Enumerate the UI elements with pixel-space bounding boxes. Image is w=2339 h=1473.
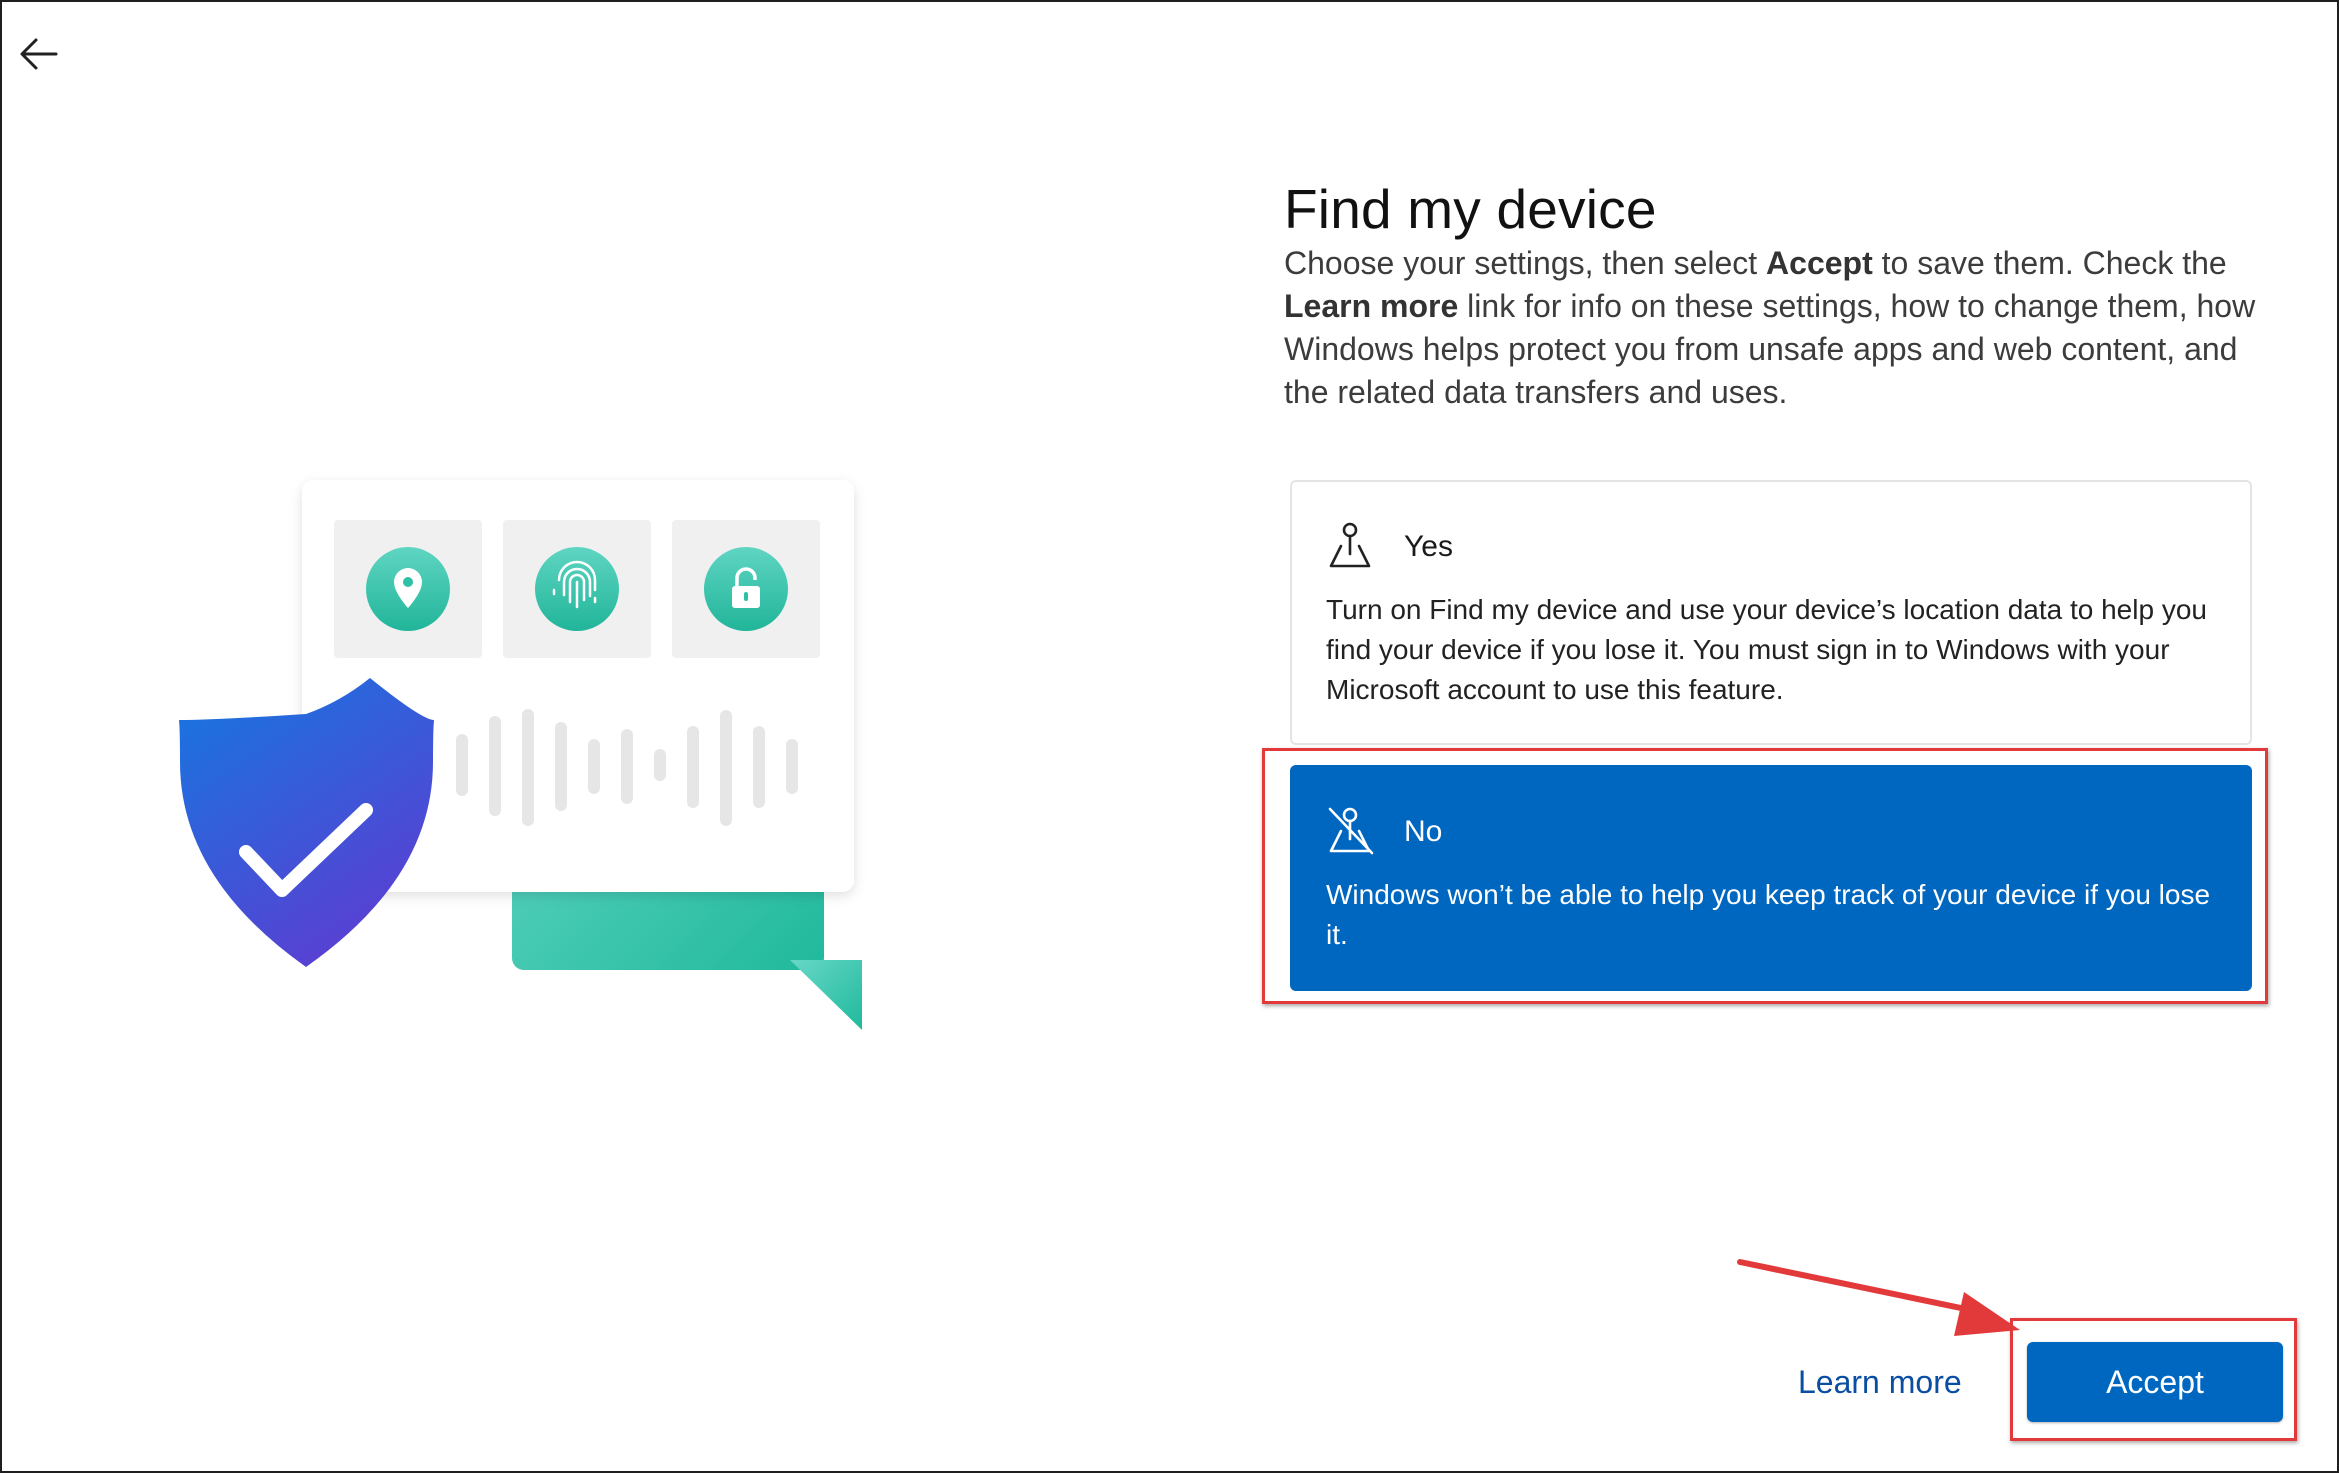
intro-text-2: to save them. Check the [1872, 245, 2227, 281]
security-illustration [170, 470, 970, 1050]
location-pin-icon [1326, 520, 1374, 572]
fingerprint-icon [535, 547, 619, 631]
intro-bold-learn-more: Learn more [1284, 288, 1459, 324]
intro-bold-accept: Accept [1766, 245, 1873, 281]
option-yes-description: Turn on Find my device and use your devi… [1326, 594, 2207, 705]
arrow-left-icon [20, 38, 58, 70]
shield-check-icon [179, 678, 434, 967]
accept-button[interactable]: Accept [2027, 1342, 2283, 1422]
learn-more-link[interactable]: Learn more [1798, 1364, 1962, 1401]
annotation-arrow-icon [1730, 1250, 2030, 1340]
highlight-box-no-option [1262, 748, 2268, 1004]
option-yes[interactable]: Yes Turn on Find my device and use your … [1290, 480, 2252, 745]
unlock-icon [704, 547, 788, 631]
location-icon [366, 547, 450, 631]
option-yes-title: Yes [1404, 530, 1453, 563]
intro-text: Choose your settings, then select Accept… [1284, 242, 2284, 414]
back-button[interactable] [14, 26, 70, 82]
page-title: Find my device [1284, 177, 1657, 240]
intro-text-1: Choose your settings, then select [1284, 245, 1767, 281]
